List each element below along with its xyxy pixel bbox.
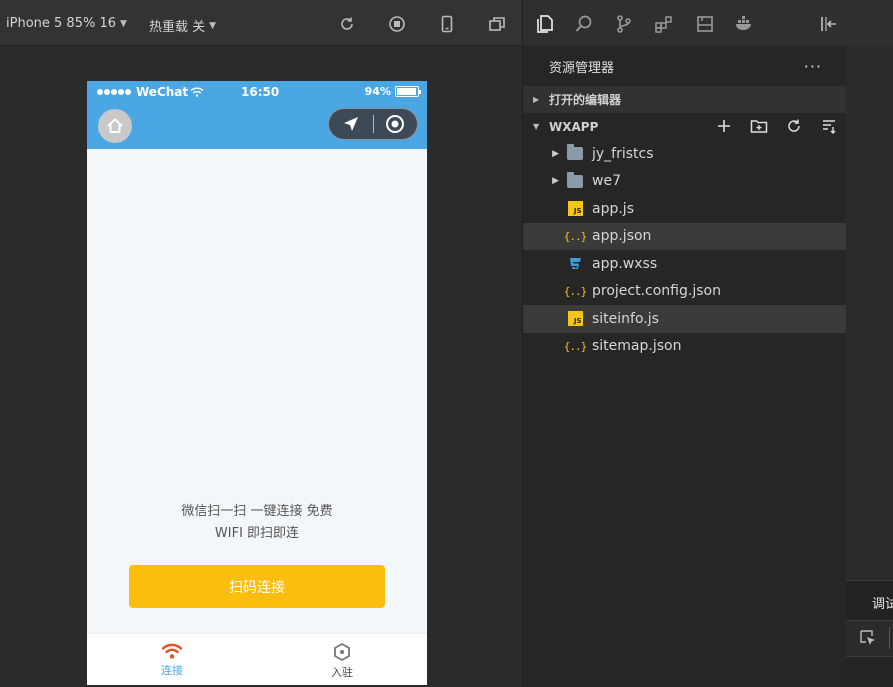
files-icon[interactable] [534, 13, 556, 35]
json-file-icon: {..} [563, 229, 587, 243]
simulator-pane: iPhone 5 85% 16 ▼ 热重载 关 ▼ WeChat 16:50 9… [0, 0, 522, 687]
debug-toolbar [846, 620, 893, 656]
menu-capsule [328, 108, 418, 140]
tab-join-label: 入驻 [331, 666, 353, 679]
battery-percent: 94% [364, 85, 391, 98]
carrier-name: WeChat [136, 85, 189, 99]
open-editors-section[interactable]: ▶ 打开的编辑器 [523, 86, 846, 113]
status-bar: WeChat 16:50 94% [87, 81, 427, 103]
tagline: 微信扫一扫 一键连接 免费 WIFI 即扫即连 [87, 501, 427, 545]
tree-item-file[interactable]: JS siteinfo.js [523, 305, 846, 333]
js-file-icon: JS [567, 311, 583, 327]
tree-item-file[interactable]: app.wxss [523, 250, 846, 278]
file-name: app.json [592, 228, 652, 245]
project-actions [715, 117, 838, 135]
json-file-icon: {..} [563, 284, 587, 298]
device-select[interactable]: iPhone 5 85% 16 ▼ [6, 16, 127, 31]
tree-item-file[interactable]: {..} project.config.json [523, 278, 846, 306]
tree-item-folder[interactable]: ▶ jy_fristcs [523, 140, 846, 168]
phone-icon[interactable] [437, 14, 457, 34]
docker-icon[interactable] [733, 13, 755, 35]
location-button[interactable] [329, 109, 373, 139]
page-body: 微信扫一扫 一键连接 免费 WIFI 即扫即连 扫码连接 [87, 149, 427, 633]
tree-item-folder[interactable]: ▶ we7 [523, 168, 846, 196]
chevron-down-icon: ▼ [209, 20, 217, 31]
new-folder-icon[interactable] [750, 117, 768, 135]
home-button[interactable] [98, 109, 132, 143]
tree-item-file[interactable]: {..} app.json [523, 222, 846, 250]
navigation-arrow-icon [343, 117, 358, 131]
collapse-panel-icon[interactable] [818, 13, 840, 35]
chevron-down-icon: ▼ [533, 122, 540, 131]
hot-reload-select[interactable]: 热重载 关 ▼ [149, 16, 216, 35]
chevron-right-icon: ▶ [552, 176, 559, 187]
file-name: app.wxss [592, 255, 658, 272]
folder-icon [567, 144, 583, 162]
tagline-line-1: 微信扫一扫 一键连接 免费 [181, 504, 333, 519]
file-name: app.js [592, 200, 634, 217]
debug-tab-bar: 调试 [846, 580, 893, 620]
signal-dots-icon [97, 89, 131, 95]
more-icon[interactable]: ··· [804, 57, 822, 76]
tab-bar: 连接 入驻 [87, 633, 427, 685]
phone-screen: WeChat 16:50 94% 微信扫一扫 一键连接 免费 WIFI 即扫即连… [87, 81, 427, 685]
project-label: WXAPP [549, 119, 599, 134]
record-icon [386, 115, 405, 133]
file-name: project.config.json [592, 283, 721, 300]
explorer-header: 资源管理器 ··· [523, 46, 846, 86]
search-icon[interactable] [573, 13, 595, 35]
close-miniprogram-button[interactable] [374, 109, 418, 139]
nav-bar [87, 103, 427, 149]
wifi-icon [161, 643, 183, 659]
status-time: 16:50 [241, 85, 280, 99]
js-file-icon: JS [567, 201, 583, 217]
open-editors-label: 打开的编辑器 [549, 93, 622, 107]
file-name: siteinfo.js [592, 310, 659, 327]
file-name: jy_fristcs [592, 145, 654, 162]
window-icon[interactable] [487, 14, 507, 34]
tree-item-file[interactable]: JS app.js [523, 195, 846, 223]
device-select-label: iPhone 5 85% 16 [6, 16, 116, 31]
activity-bar [522, 0, 893, 46]
wifi-status-icon [190, 87, 204, 97]
tree-item-file[interactable]: {..} sitemap.json [523, 333, 846, 361]
tagline-line-2: WIFI 即扫即连 [214, 526, 300, 541]
chevron-down-icon: ▼ [120, 18, 127, 29]
source-control-icon[interactable] [613, 13, 635, 35]
simulator-toolbar: iPhone 5 85% 16 ▼ 热重载 关 ▼ [0, 0, 522, 46]
hexagon-icon [334, 642, 350, 662]
refresh-icon[interactable] [337, 14, 357, 34]
folder-icon [567, 171, 583, 189]
tab-join[interactable]: 入驻 [257, 634, 427, 685]
extensions-icon[interactable] [653, 13, 675, 35]
explorer-title: 资源管理器 [549, 60, 615, 76]
toolbar-divider [889, 627, 890, 649]
battery-icon [395, 86, 421, 97]
home-icon [107, 118, 123, 133]
chevron-right-icon: ▶ [552, 148, 559, 159]
new-file-icon[interactable] [715, 117, 733, 135]
element-picker-icon[interactable] [858, 628, 878, 648]
hot-reload-label: 热重载 关 [149, 20, 206, 35]
stop-icon[interactable] [387, 14, 407, 34]
tab-debug[interactable]: 调试 [872, 593, 893, 612]
save-layout-icon[interactable] [694, 13, 716, 35]
css-file-icon [567, 256, 583, 272]
json-file-icon: {..} [563, 339, 587, 353]
file-name: sitemap.json [592, 338, 682, 355]
debug-console-area [846, 656, 893, 687]
battery-indicator: 94% [364, 85, 421, 98]
scan-connect-button[interactable]: 扫码连接 [129, 565, 385, 608]
signal-indicator: WeChat [97, 85, 204, 99]
explorer-panel: 资源管理器 ··· ▶ 打开的编辑器 ▼ WXAPP ▶ jy_fristcs [522, 46, 846, 687]
chevron-right-icon: ▶ [533, 95, 540, 104]
project-section[interactable]: ▼ WXAPP [523, 113, 846, 140]
file-name: we7 [592, 173, 621, 190]
tab-connect[interactable]: 连接 [87, 634, 257, 685]
tab-connect-label: 连接 [161, 664, 183, 677]
collapse-all-icon[interactable] [820, 117, 838, 135]
refresh-icon[interactable] [785, 117, 803, 135]
